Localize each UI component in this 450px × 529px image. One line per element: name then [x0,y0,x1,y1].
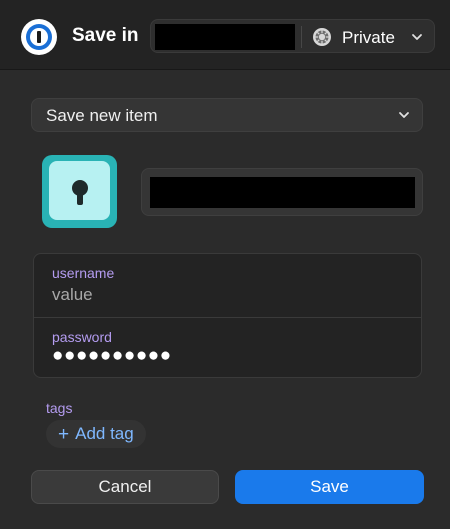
chevron-down-icon [412,34,422,40]
item-type-label: Save new item [46,106,158,125]
popup-header: Save in Private [0,0,450,70]
username-value[interactable]: value [52,285,93,305]
vault-name: Private [342,28,395,47]
password-value[interactable]: ●●●●●●●●●● [52,345,172,367]
vault-icon [313,28,331,46]
cancel-button[interactable]: Cancel [31,470,219,504]
item-title-input[interactable] [141,168,423,216]
username-label: username [52,265,115,281]
password-field[interactable]: password ●●●●●●●●●● [34,317,421,377]
chevron-down-icon [399,112,409,118]
save-in-label: Save in [72,25,139,46]
vault-select-divider [301,26,302,48]
save-button[interactable]: Save [235,470,424,504]
username-field[interactable]: username value [34,254,421,316]
add-tag-label: Add tag [75,424,134,443]
account-name-redacted [155,24,295,50]
vault-select[interactable]: Private [150,19,435,53]
password-label: password [52,329,112,345]
item-title-redacted [150,177,415,208]
add-tag-button[interactable]: + Add tag [46,420,146,448]
item-keyhole-icon[interactable] [42,155,117,228]
plus-icon: + [58,423,70,445]
tags-label: tags [46,400,73,416]
item-type-select[interactable]: Save new item [31,98,423,132]
save-item-popup: Save in Private Save new item username v… [0,0,450,529]
credentials-group: username value password ●●●●●●●●●● [33,253,422,378]
app-logo-icon [21,19,57,55]
